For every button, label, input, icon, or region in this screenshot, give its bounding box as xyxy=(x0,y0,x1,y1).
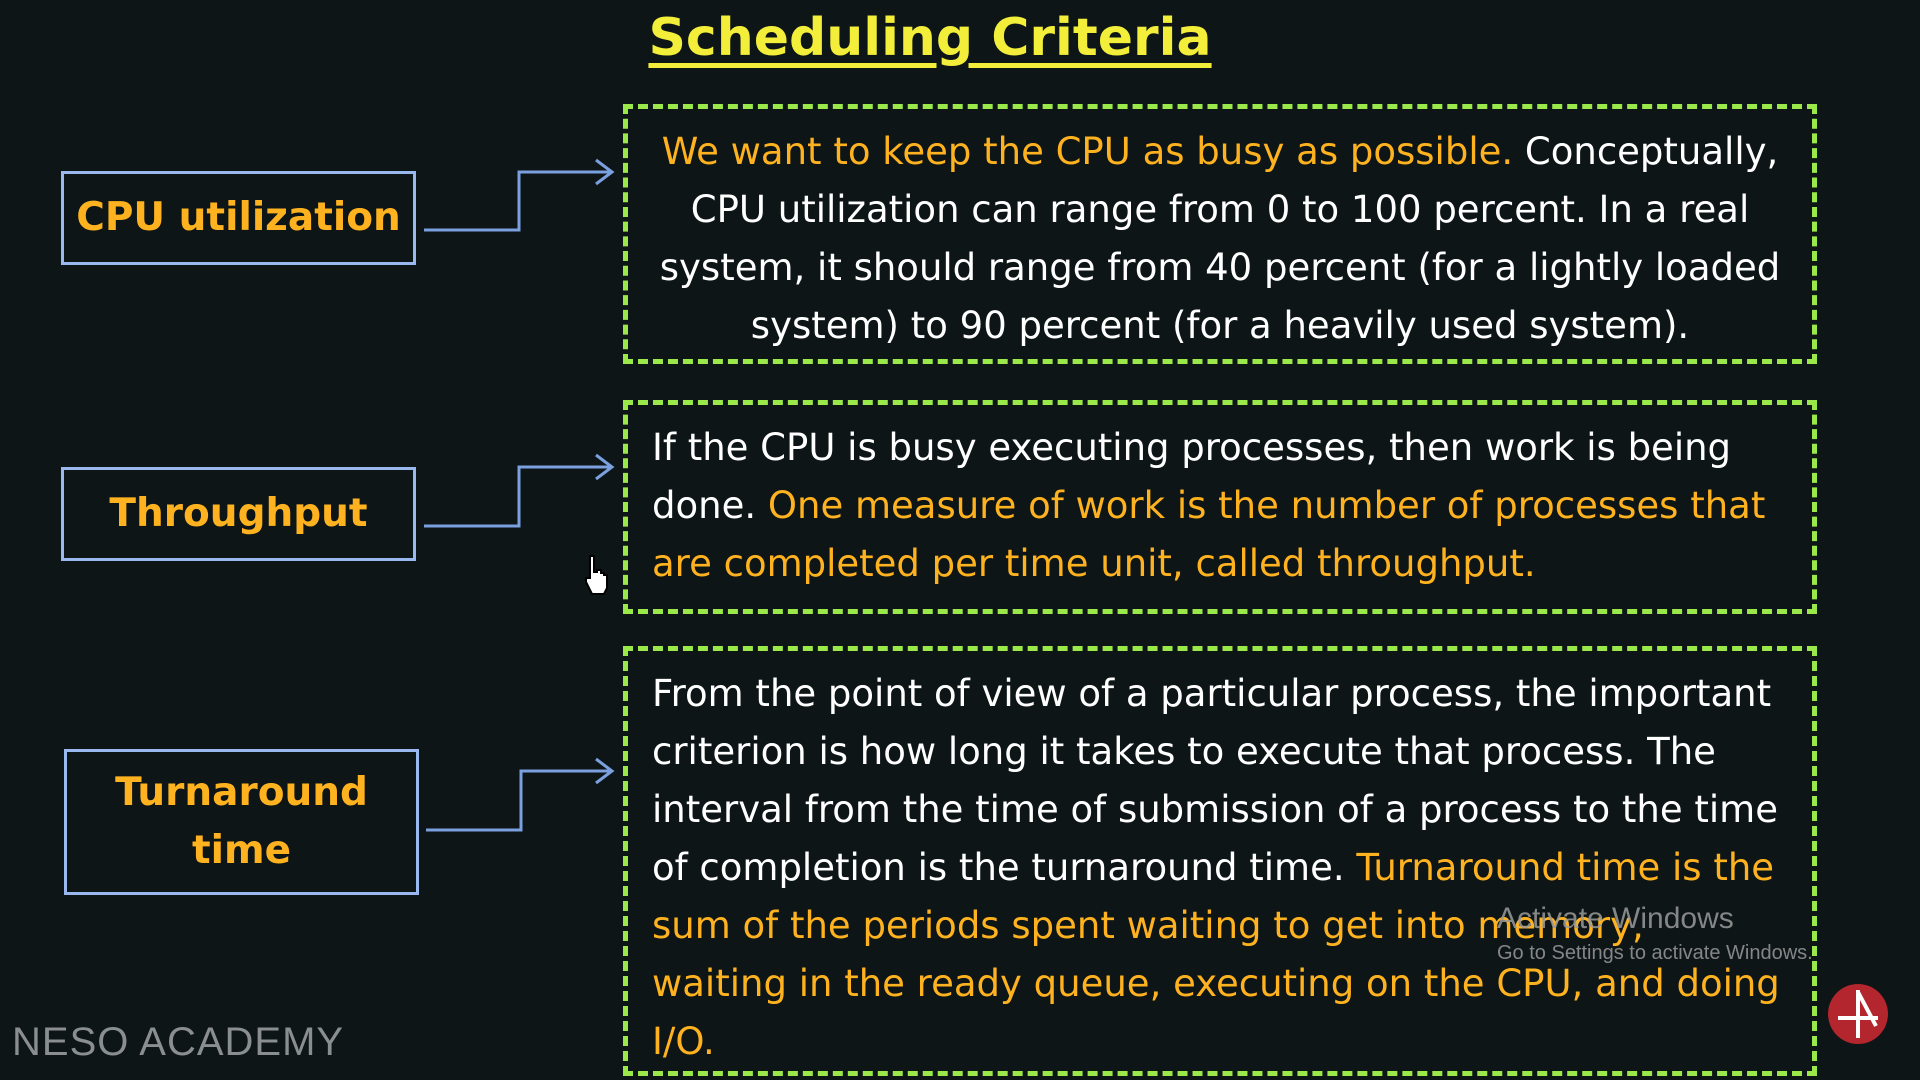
description-cpu-utilization: We want to keep the CPU as busy as possi… xyxy=(623,104,1817,364)
connector-arrow-throughput xyxy=(424,465,610,528)
term-turnaround-time: Turnaround time xyxy=(64,749,419,895)
activation-subtitle: Go to Settings to activate Windows. xyxy=(1497,942,1813,964)
term-label: Turnaround time xyxy=(115,769,368,874)
description-highlight: We want to keep the CPU as busy as possi… xyxy=(661,130,1514,173)
connector-arrow-turnaround-time xyxy=(426,769,610,832)
watermark: NESO ACADEMY xyxy=(12,1020,345,1064)
term-cpu-utilization: CPU utilization xyxy=(61,171,416,265)
term-label: Throughput xyxy=(109,490,368,536)
neso-logo-icon xyxy=(1828,984,1888,1044)
connector-arrow-cpu-utilization xyxy=(424,170,610,232)
description-turnaround-time: From the point of view of a particular p… xyxy=(623,646,1817,1076)
hand-cursor-icon xyxy=(585,555,608,595)
description-throughput: If the CPU is busy executing processes, … xyxy=(623,400,1817,614)
term-throughput: Throughput xyxy=(61,467,416,561)
term-label: CPU utilization xyxy=(76,194,401,240)
description-highlight: One measure of work is the number of pro… xyxy=(652,484,1766,585)
windows-activation-notice: Activate Windows Go to Settings to activ… xyxy=(1497,902,1813,965)
activation-title: Activate Windows xyxy=(1497,902,1734,935)
